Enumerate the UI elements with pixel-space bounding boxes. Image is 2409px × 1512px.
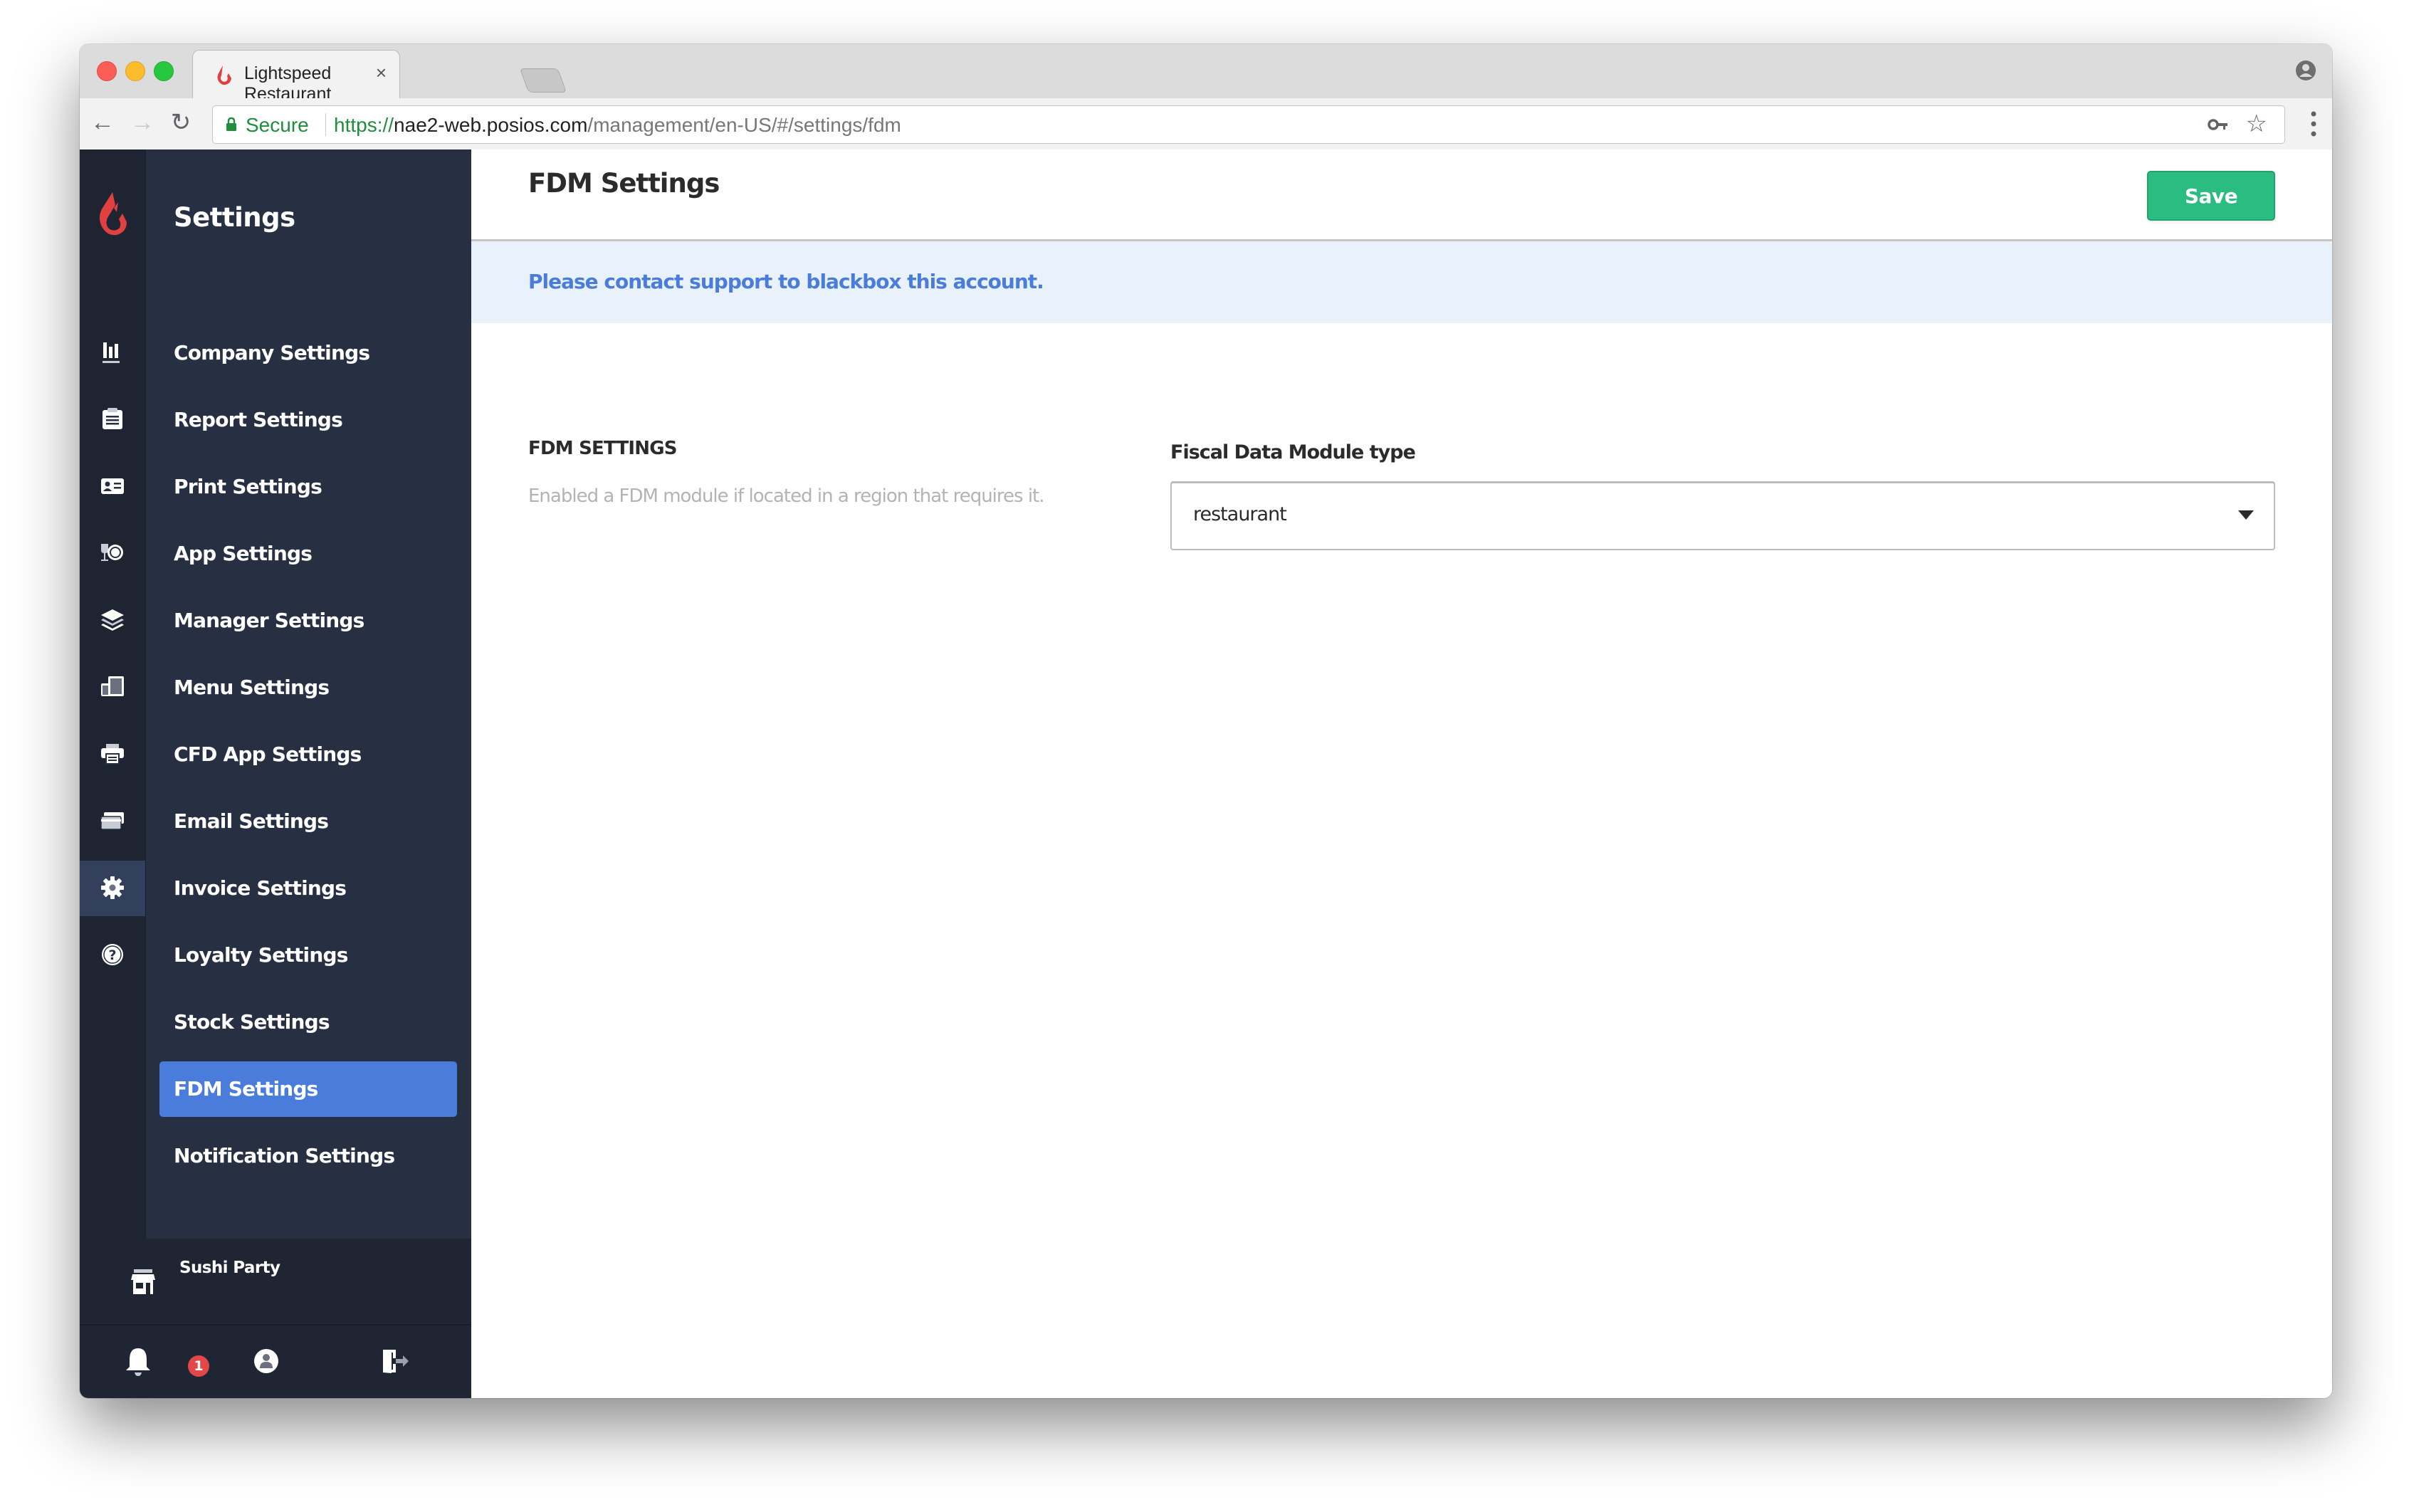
svg-text:?: ? <box>108 947 116 963</box>
sidebar-item-notification-settings[interactable]: Notification Settings <box>80 1128 471 1184</box>
tab-bar: Lightspeed Restaurant × <box>80 44 2332 104</box>
sidebar-item-report-settings[interactable]: Report Settings <box>80 392 471 448</box>
store-icon <box>131 1269 155 1294</box>
lock-icon <box>226 117 236 131</box>
page-header: FDM Settings Save <box>471 149 2332 241</box>
sidebar-item-label: Manager Settings <box>174 609 364 632</box>
logout-button[interactable] <box>377 1343 414 1380</box>
layers-icon <box>101 609 124 631</box>
minimize-window-button[interactable] <box>125 61 145 81</box>
app: Settings Company Settings Report Setting… <box>80 149 2332 1398</box>
secure-label: Secure <box>246 114 309 136</box>
sidebar-item-label: Menu Settings <box>174 676 330 699</box>
sidebar-item-manager-settings[interactable]: Manager Settings <box>80 593 471 649</box>
reload-button[interactable]: ↻ <box>167 108 195 137</box>
key-icon[interactable] <box>2208 116 2229 133</box>
select-value: restaurant <box>1193 503 1287 525</box>
sidebar-item-fdm-settings[interactable]: FDM Settings <box>80 1061 471 1117</box>
profile-button[interactable] <box>248 1343 285 1380</box>
printer-icon <box>101 744 124 765</box>
logout-icon <box>383 1350 409 1373</box>
sidebar-item-loyalty-settings[interactable]: ? Loyalty Settings <box>80 928 471 983</box>
tab-close-icon[interactable]: × <box>376 62 387 84</box>
url-protocol: https:// <box>334 114 394 136</box>
caret-down-icon <box>2238 510 2254 520</box>
user-icon <box>254 1349 278 1373</box>
main-content: FDM Settings Save Please contact support… <box>471 149 2332 1398</box>
sidebar-item-stock-settings[interactable]: Stock Settings <box>80 994 471 1050</box>
footer-actions: 1 <box>80 1325 471 1398</box>
maximize-window-button[interactable] <box>154 61 174 81</box>
sidebar-item-label: Notification Settings <box>174 1144 395 1167</box>
store-selector[interactable]: Sushi Party <box>80 1239 471 1325</box>
page-title: FDM Settings <box>528 168 720 199</box>
fdm-type-label: Fiscal Data Module type <box>1170 441 1416 463</box>
glass-plate-icon <box>101 544 123 561</box>
back-button[interactable]: ← <box>88 108 117 137</box>
sidebar-footer: Sushi Party 1 <box>80 1239 471 1398</box>
sidebar-item-app-settings[interactable]: App Settings <box>80 526 471 582</box>
bar-chart-icon <box>103 342 120 363</box>
save-button[interactable]: Save <box>2147 171 2275 221</box>
sidebar-item-print-settings[interactable]: Print Settings <box>80 459 471 515</box>
banner-message[interactable]: Please contact support to blackbox this … <box>528 270 1044 293</box>
notifications-button[interactable]: 1 <box>120 1343 209 1380</box>
lightspeed-favicon-icon <box>217 65 231 85</box>
browser-menu-icon[interactable] <box>2309 108 2318 140</box>
tab-lightspeed-restaurant[interactable]: Lightspeed Restaurant × <box>192 50 400 104</box>
sidebar-item-label: Print Settings <box>174 475 322 498</box>
sidebar-item-label: Company Settings <box>174 341 370 364</box>
sidebar-item-label: CFD App Settings <box>174 742 362 766</box>
sidebar-item-invoice-settings[interactable]: Invoice Settings <box>80 861 471 916</box>
close-window-button[interactable] <box>97 61 117 81</box>
cards-icon <box>100 812 124 830</box>
profile-icon[interactable] <box>2295 60 2316 81</box>
sidebar-item-label: Email Settings <box>174 809 329 833</box>
id-card-icon <box>101 478 124 494</box>
help-icon: ? <box>102 944 123 965</box>
sidebar-item-company-settings[interactable]: Company Settings <box>80 325 471 381</box>
sidebar-item-label: Stock Settings <box>174 1010 330 1034</box>
url-path: /management/en-US/#/settings/fdm <box>587 114 901 136</box>
sidebar-item-cfd-app-settings[interactable]: CFD App Settings <box>80 727 471 782</box>
url-text[interactable]: https://nae2-web.posios.com/management/e… <box>334 114 901 137</box>
sidebar-title: Settings <box>174 202 295 233</box>
forward-button[interactable]: → <box>128 108 157 137</box>
clipboard-icon <box>103 408 122 429</box>
lightspeed-logo-icon <box>99 192 127 236</box>
sidebar-item-label: Report Settings <box>174 408 343 431</box>
sidebar-item-menu-settings[interactable]: Menu Settings <box>80 660 471 715</box>
sidebar-item-email-settings[interactable]: Email Settings <box>80 794 471 849</box>
section-description: Enabled a FDM module if located in a reg… <box>528 485 1045 507</box>
fdm-type-select[interactable]: restaurant <box>1170 481 2275 550</box>
sidebar: Settings Company Settings Report Setting… <box>80 149 471 1398</box>
sidebar-item-label: App Settings <box>174 542 313 565</box>
browser-toolbar: ← → ↻ Secure https://nae2-web.posios.com… <box>80 98 2332 150</box>
bell-icon <box>126 1348 150 1376</box>
browser-window: Lightspeed Restaurant × ← → ↻ Secure htt… <box>80 44 2332 1398</box>
sidebar-item-label: FDM Settings <box>174 1077 318 1101</box>
bookmark-star-icon[interactable]: ☆ <box>2246 112 2267 136</box>
notification-badge: 1 <box>188 1355 209 1377</box>
address-divider <box>325 113 326 136</box>
section-title: FDM SETTINGS <box>528 438 678 459</box>
address-bar[interactable]: Secure https://nae2-web.posios.com/manag… <box>212 105 2285 144</box>
gear-icon <box>101 876 124 899</box>
url-host: nae2-web.posios.com <box>394 114 588 136</box>
sidebar-item-label: Loyalty Settings <box>174 943 348 967</box>
new-tab-button[interactable] <box>519 68 567 93</box>
store-name: Sushi Party <box>179 1259 280 1277</box>
info-banner: Please contact support to blackbox this … <box>471 241 2332 323</box>
devices-icon <box>101 676 124 696</box>
sidebar-item-label: Invoice Settings <box>174 876 347 900</box>
